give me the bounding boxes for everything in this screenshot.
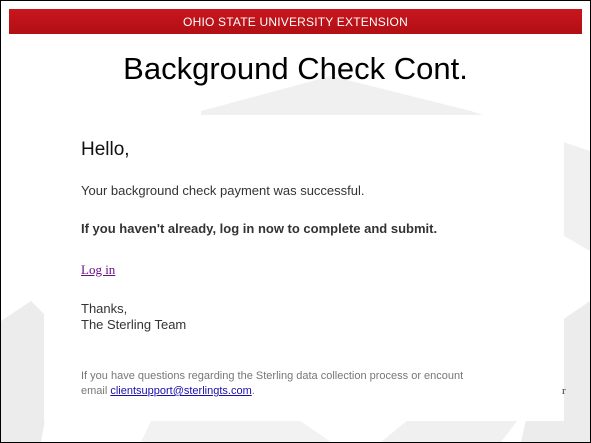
footer-email-prefix: email [81, 385, 111, 397]
email-screenshot: Hello, Your background check payment was… [44, 115, 564, 421]
slide: OHIO STATE UNIVERSITY EXTENSION Backgrou… [0, 0, 591, 443]
payment-success-message: Your background check payment was succes… [81, 183, 365, 198]
support-email-link[interactable]: clientsupport@sterlingts.com [110, 385, 251, 397]
footer-email-suffix: . [251, 385, 255, 397]
email-greeting: Hello, [81, 139, 130, 160]
overflow-character: r [562, 385, 566, 397]
email-signature: The Sterling Team [81, 317, 187, 332]
footer-questions-text: If you have questions regarding the Ster… [81, 370, 464, 382]
login-instruction: If you haven't already, log in now to co… [81, 221, 438, 236]
login-link[interactable]: Log in [81, 262, 115, 278]
header-banner: OHIO STATE UNIVERSITY EXTENSION [9, 9, 582, 34]
banner-text: OHIO STATE UNIVERSITY EXTENSION [183, 14, 408, 29]
slide-title: Background Check Cont. [123, 51, 468, 86]
email-closing: Thanks, [81, 301, 128, 316]
footer-contact-text: email clientsupport@sterlingts.com. [81, 385, 255, 397]
